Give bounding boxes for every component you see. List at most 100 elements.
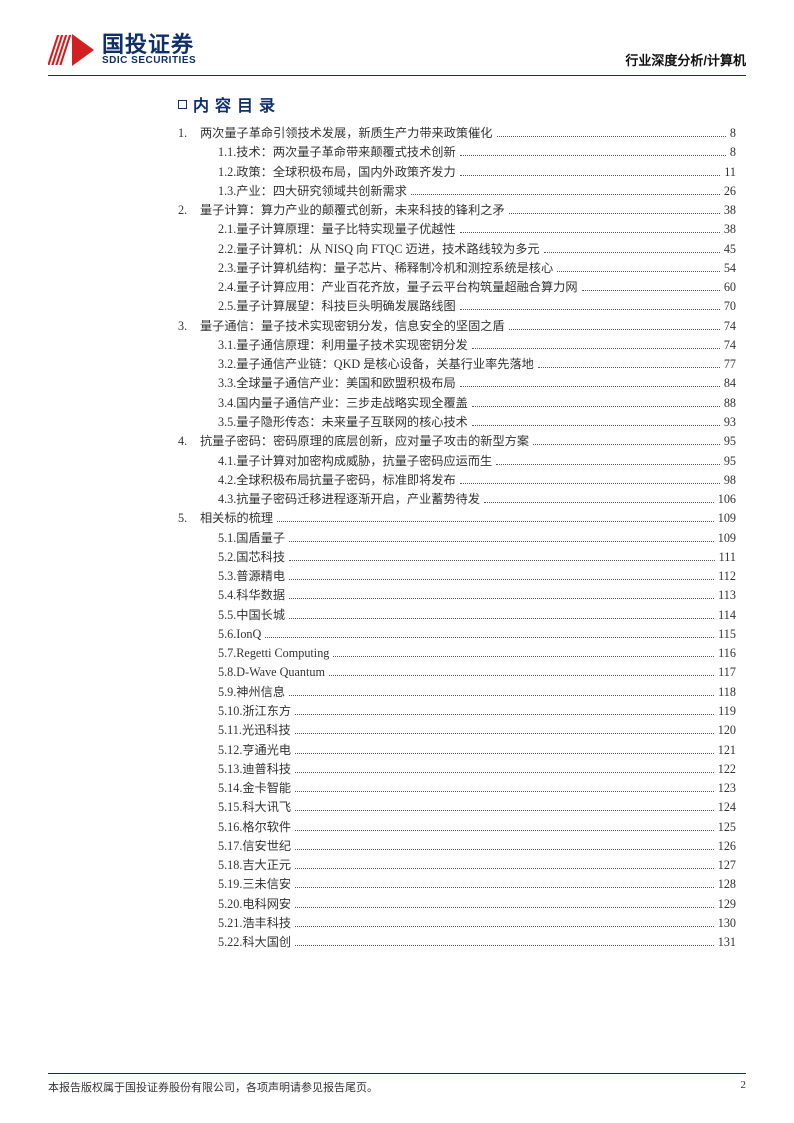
- toc-entry-page: 60: [724, 278, 736, 297]
- toc-entry[interactable]: 2.5. 量子计算展望：科技巨头明确发展路线图70: [178, 297, 736, 316]
- toc-entry[interactable]: 5.22. 科大国创131: [178, 933, 736, 952]
- toc-leader-dots: [295, 907, 714, 908]
- toc-entry-text: 量子计算对加密构成威胁，抗量子密码应运而生: [236, 452, 492, 471]
- logo-mark-icon: [48, 32, 96, 68]
- toc-entry-number: 5.18.: [218, 856, 242, 875]
- toc-entry-number: 4.: [178, 432, 200, 451]
- toc-entry-text: 吉大正元: [242, 856, 291, 875]
- toc-leader-dots: [289, 541, 714, 542]
- toc-entry[interactable]: 5.14. 金卡智能123: [178, 779, 736, 798]
- toc-entry[interactable]: 4.3. 抗量子密码迁移进程逐渐开启，产业蓄势待发106: [178, 490, 736, 509]
- toc-entry[interactable]: 5.3. 普源精电112: [178, 567, 736, 586]
- toc-entry[interactable]: 5.16. 格尔软件125: [178, 818, 736, 837]
- toc-entry-number: 1.1.: [218, 143, 236, 162]
- toc-entry-number: 5.7.: [218, 644, 236, 663]
- toc-entry-text: 量子通信产业链：QKD 是核心设备，关基行业率先落地: [236, 355, 534, 374]
- toc-entry-number: 5.17.: [218, 837, 242, 856]
- toc-entry-number: 5.16.: [218, 818, 242, 837]
- toc-entry-page: 95: [724, 452, 736, 471]
- toc-leader-dots: [265, 637, 714, 638]
- toc-entry-page: 93: [724, 413, 736, 432]
- toc-entry-number: 1.2.: [218, 163, 236, 182]
- toc-entry[interactable]: 5.17. 信安世纪126: [178, 837, 736, 856]
- toc-entry[interactable]: 5.12. 亨通光电121: [178, 741, 736, 760]
- toc-entry[interactable]: 5.15. 科大讯飞124: [178, 798, 736, 817]
- toc-leader-dots: [484, 502, 714, 503]
- toc-entry[interactable]: 5. 相关标的梳理109: [178, 509, 736, 528]
- toc-entry[interactable]: 5.7. Regetti Computing116: [178, 644, 736, 663]
- toc-leader-dots: [472, 406, 720, 407]
- toc-entry[interactable]: 4.2. 全球积极布局抗量子密码，标准即将发布98: [178, 471, 736, 490]
- toc-leader-dots: [295, 733, 714, 734]
- toc-entry[interactable]: 2.4. 量子计算应用：产业百花齐放，量子云平台构筑量超融合算力网60: [178, 278, 736, 297]
- toc-entry-number: 5.20.: [218, 895, 242, 914]
- toc-entry-text: 量子计算原理：量子比特实现量子优越性: [236, 220, 455, 239]
- toc-entry[interactable]: 3.5. 量子隐形传态：未来量子互联网的核心技术93: [178, 413, 736, 432]
- toc-entry[interactable]: 1.2. 政策：全球积极布局，国内外政策齐发力11: [178, 163, 736, 182]
- toc-entry[interactable]: 5.4. 科华数据113: [178, 586, 736, 605]
- toc-entry[interactable]: 5.11. 光迅科技120: [178, 721, 736, 740]
- toc-entry[interactable]: 5.20. 电科网安129: [178, 895, 736, 914]
- toc-leader-dots: [289, 579, 714, 580]
- toc-entry-number: 5.5.: [218, 606, 236, 625]
- toc-entry[interactable]: 5.13. 迪普科技122: [178, 760, 736, 779]
- toc-entry-page: 123: [718, 779, 736, 798]
- toc-entry[interactable]: 3.1. 量子通信原理：利用量子技术实现密钥分发74: [178, 336, 736, 355]
- toc-entry-page: 112: [718, 567, 736, 586]
- toc-entry[interactable]: 5.2. 国芯科技111: [178, 548, 736, 567]
- toc-title-row: 内容目录: [178, 92, 746, 116]
- toc-leader-dots: [295, 772, 714, 773]
- toc-leader-dots: [295, 926, 714, 927]
- toc-entry[interactable]: 4.1. 量子计算对加密构成威胁，抗量子密码应运而生95: [178, 452, 736, 471]
- toc-entry[interactable]: 2.1. 量子计算原理：量子比特实现量子优越性38: [178, 220, 736, 239]
- toc-entry-page: 88: [724, 394, 736, 413]
- toc-entry[interactable]: 2.3. 量子计算机结构：量子芯片、稀释制冷机和测控系统是核心54: [178, 259, 736, 278]
- toc-leader-dots: [496, 464, 720, 465]
- toc-entry[interactable]: 5.6. IonQ115: [178, 625, 736, 644]
- page-root: 国投证券 SDIC SECURITIES 行业深度分析/计算机 内容目录 1. …: [0, 0, 794, 1123]
- doc-type-label: 行业深度分析/计算机: [625, 50, 746, 69]
- toc-entry-page: 70: [724, 297, 736, 316]
- toc-entry-number: 2.2.: [218, 240, 236, 259]
- toc-entry-number: 5.13.: [218, 760, 242, 779]
- toc-leader-dots: [295, 830, 714, 831]
- toc-entry-page: 129: [718, 895, 736, 914]
- toc-entry[interactable]: 5.10. 浙江东方119: [178, 702, 736, 721]
- toc-leader-dots: [472, 425, 720, 426]
- toc-entry[interactable]: 1.3. 产业：四大研究领域共创新需求26: [178, 182, 736, 201]
- toc-leader-dots: [295, 714, 714, 715]
- toc-entry-text: 量子计算机结构：量子芯片、稀释制冷机和测控系统是核心: [236, 259, 553, 278]
- toc-leader-dots: [295, 810, 714, 811]
- toc-entry[interactable]: 1. 两次量子革命引领技术发展，新质生产力带来政策催化8: [178, 124, 736, 143]
- footer-copyright: 本报告版权属于国投证券股份有限公司，各项声明请参见报告尾页。: [48, 1079, 378, 1095]
- toc-entry[interactable]: 5.9. 神州信息118: [178, 683, 736, 702]
- toc-entry-page: 109: [718, 509, 736, 528]
- toc-leader-dots: [460, 483, 720, 484]
- toc-entry[interactable]: 5.1. 国盾量子109: [178, 529, 736, 548]
- toc-entry-text: 国盾量子: [236, 529, 285, 548]
- toc-entry[interactable]: 5.8. D-Wave Quantum117: [178, 663, 736, 682]
- toc-entry-text: 两次量子革命引领技术发展，新质生产力带来政策催化: [200, 124, 493, 143]
- toc-leader-dots: [289, 560, 715, 561]
- toc-entry-page: 131: [718, 933, 736, 952]
- toc-entry[interactable]: 5.21. 浩丰科技130: [178, 914, 736, 933]
- toc-entry-page: 118: [718, 683, 736, 702]
- toc-entry-page: 115: [718, 625, 736, 644]
- toc-entry[interactable]: 3. 量子通信：量子技术实现密钥分发，信息安全的坚固之盾74: [178, 317, 736, 336]
- toc-entry[interactable]: 5.5. 中国长城114: [178, 606, 736, 625]
- toc-entry-number: 5.1.: [218, 529, 236, 548]
- toc-entry-text: 神州信息: [236, 683, 285, 702]
- toc-entry[interactable]: 4. 抗量子密码：密码原理的底层创新，应对量子攻击的新型方案95: [178, 432, 736, 451]
- toc-entry[interactable]: 3.2. 量子通信产业链：QKD 是核心设备，关基行业率先落地77: [178, 355, 736, 374]
- toc-entry[interactable]: 2.2. 量子计算机：从 NISQ 向 FTQC 迈进，技术路线较为多元45: [178, 240, 736, 259]
- toc-entry[interactable]: 3.4. 国内量子通信产业：三步走战略实现全覆盖88: [178, 394, 736, 413]
- toc-entry[interactable]: 5.19. 三未信安128: [178, 875, 736, 894]
- toc-entry-number: 5.19.: [218, 875, 242, 894]
- logo-cn: 国投证券: [102, 33, 196, 56]
- toc-entry[interactable]: 1.1. 技术：两次量子革命带来颠覆式技术创新8: [178, 143, 736, 162]
- toc-entry[interactable]: 2. 量子计算：算力产业的颠覆式创新，未来科技的锋利之矛38: [178, 201, 736, 220]
- toc-entry-page: 84: [724, 374, 736, 393]
- toc-entry-text: 政策：全球积极布局，国内外政策齐发力: [236, 163, 455, 182]
- toc-entry[interactable]: 5.18. 吉大正元127: [178, 856, 736, 875]
- toc-entry[interactable]: 3.3. 全球量子通信产业：美国和欧盟积极布局84: [178, 374, 736, 393]
